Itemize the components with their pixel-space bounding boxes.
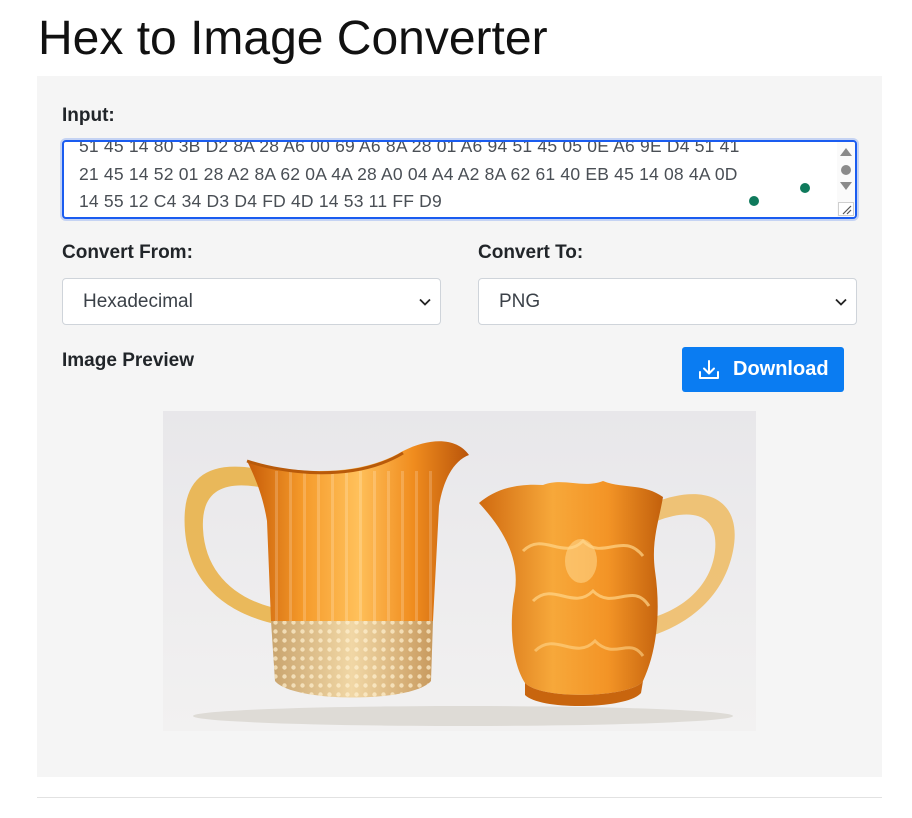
scroll-thumb[interactable]: [841, 165, 851, 175]
input-label: Input:: [62, 105, 115, 126]
preview-image: [163, 411, 756, 731]
image-preview-label: Image Preview: [62, 350, 195, 371]
footer-divider: [37, 797, 882, 798]
convert-from-label: Convert From:: [62, 242, 193, 263]
convert-to-select[interactable]: PNG: [478, 278, 857, 325]
page-title: Hex to Image Converter: [38, 12, 548, 65]
caret-dot-icon: [800, 183, 810, 193]
chevron-down-icon: [835, 298, 847, 306]
convert-to-value: PNG: [499, 291, 541, 312]
convert-to-label: Convert To:: [478, 242, 584, 263]
convert-from-value: Hexadecimal: [83, 291, 193, 312]
hex-input-textarea[interactable]: 51 45 14 80 3B D2 8A 28 A6 00 69 A6 8A 2…: [62, 140, 857, 219]
converter-panel: Input: 51 45 14 80 3B D2 8A 28 A6 00 69 …: [37, 76, 882, 777]
hex-line: 21 45 14 52 01 28 A2 8A 62 0A 4A 28 A0 0…: [79, 163, 738, 184]
image-preview: [163, 411, 756, 731]
resize-grip-icon[interactable]: [838, 202, 854, 216]
scroll-up-arrow-icon[interactable]: [840, 148, 852, 156]
caret-dot-icon: [749, 196, 759, 206]
hex-input-text: 51 45 14 80 3B D2 8A 28 A6 00 69 A6 8A 2…: [79, 140, 831, 216]
hex-line: 51 45 14 80 3B D2 8A 28 A6 00 69 A6 8A 2…: [79, 140, 740, 156]
convert-from-select[interactable]: Hexadecimal: [62, 278, 441, 325]
hex-line: 14 55 12 C4 34 D3 D4 FD 4D 14 53 11 FF D…: [79, 191, 442, 211]
download-icon: [699, 360, 719, 379]
download-button[interactable]: Download: [682, 347, 844, 392]
download-label: Download: [733, 358, 829, 380]
scroll-down-arrow-icon[interactable]: [840, 182, 852, 190]
chevron-down-icon: [419, 298, 431, 306]
